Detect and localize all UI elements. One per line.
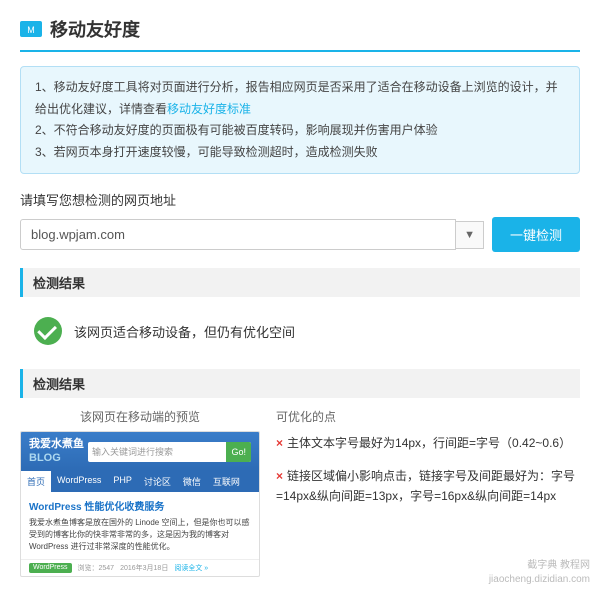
preview-nav-item-1: WordPress: [51, 471, 107, 492]
svg-text:M: M: [27, 25, 35, 35]
page-wrapper: M 移动友好度 1、移动友好度工具将对页面进行分析，报告相应网页是否采用了适合在…: [0, 0, 600, 597]
preview-search-area: 输入关键词进行搜索 Go!: [88, 442, 251, 462]
watermark-line1: 截字典 教程网: [489, 559, 590, 573]
preview-nav-item-5: 互联网: [207, 471, 246, 492]
preview-search-input-text: 输入关键词进行搜索: [88, 445, 226, 458]
watermark: 截字典 教程网 jiaocheng.dizidian.com: [489, 559, 590, 587]
preview-header-bar: 我爱水煮鱼 BLOG 输入关键词进行搜索 Go!: [21, 432, 259, 470]
notice-link[interactable]: 移动友好度标准: [167, 102, 251, 116]
preview-section: 该网页在移动端的预览 我爱水煮鱼 BLOG 输入关键词进行搜索 Go! 首页: [20, 408, 580, 576]
notice-line-1: 1、移动友好度工具将对页面进行分析，报告相应网页是否采用了适合在移动设备上浏览的…: [35, 77, 565, 120]
page-title: 移动友好度: [50, 16, 140, 42]
title-icon: M: [20, 21, 42, 37]
preview-left: 该网页在移动端的预览 我爱水煮鱼 BLOG 输入关键词进行搜索 Go! 首页: [20, 408, 260, 576]
result-text: 该网页适合移动设备，但仍有优化空间: [74, 322, 295, 341]
url-dropdown-arrow[interactable]: ▼: [456, 221, 484, 249]
preview-logo: 我爱水煮鱼 BLOG: [29, 438, 84, 464]
notice-line-2: 2、不符合移动友好度的页面极有可能被百度转码，影响展现并伤害用户体验: [35, 120, 565, 142]
url-input[interactable]: [20, 219, 456, 250]
notice-line-3: 3、若网页本身打开速度较慢，可能导致检测超时，造成检测失败: [35, 142, 565, 164]
preview-right: 可优化的点 主体文本字号最好为14px，行间距=字号（0.42~0.6） 链接区…: [276, 408, 580, 576]
result-row: 该网页适合移动设备，但仍有优化空间: [20, 307, 580, 355]
preview-content: WordPress 性能优化收费服务 我爱水煮鱼博客是放在国外的 Linode …: [21, 492, 259, 559]
input-label: 请填写您想检测的网页地址: [20, 190, 580, 209]
notice-box: 1、移动友好度工具将对页面进行分析，报告相应网页是否采用了适合在移动设备上浏览的…: [20, 66, 580, 174]
preview-footer-bar: WordPress 浏览：2547 2016年3月18日 阅读全文 »: [21, 559, 259, 576]
watermark-line2: jiaocheng.dizidian.com: [489, 573, 590, 587]
ok-icon: [34, 317, 62, 345]
optimize-item-1: 链接区域偏小影响点击，链接字号及间距最好为：字号=14px&纵向间距=13px，…: [276, 466, 580, 507]
preview-article-title: WordPress 性能优化收费服务: [29, 498, 251, 513]
preview-nav-item-4: 微信: [177, 471, 207, 492]
preview-nav: 首页 WordPress PHP 讨论区 微信 互联网: [21, 471, 259, 492]
preview-frame: 我爱水煮鱼 BLOG 输入关键词进行搜索 Go! 首页 WordPress PH…: [20, 431, 260, 576]
preview-nav-item-0: 首页: [21, 471, 51, 492]
page-title-row: M 移动友好度: [20, 16, 580, 52]
preview-nav-item-2: PHP: [107, 471, 138, 492]
preview-article-body: 我爱水煮鱼博客是放在国外的 Linode 空间上，但是你也可以感受到的博客比你的…: [29, 517, 251, 553]
result-section-header: 检测结果: [20, 268, 580, 297]
preview-search-btn: Go!: [226, 442, 251, 462]
detail-section-header: 检测结果: [20, 369, 580, 398]
optimize-title: 可优化的点: [276, 408, 580, 425]
input-row: ▼ 一键检测: [20, 217, 580, 252]
optimize-item-0: 主体文本字号最好为14px，行间距=字号（0.42~0.6）: [276, 433, 580, 453]
preview-nav-item-3: 讨论区: [138, 471, 177, 492]
check-button[interactable]: 一键检测: [492, 217, 580, 252]
preview-title-label: 该网页在移动端的预览: [20, 408, 260, 425]
